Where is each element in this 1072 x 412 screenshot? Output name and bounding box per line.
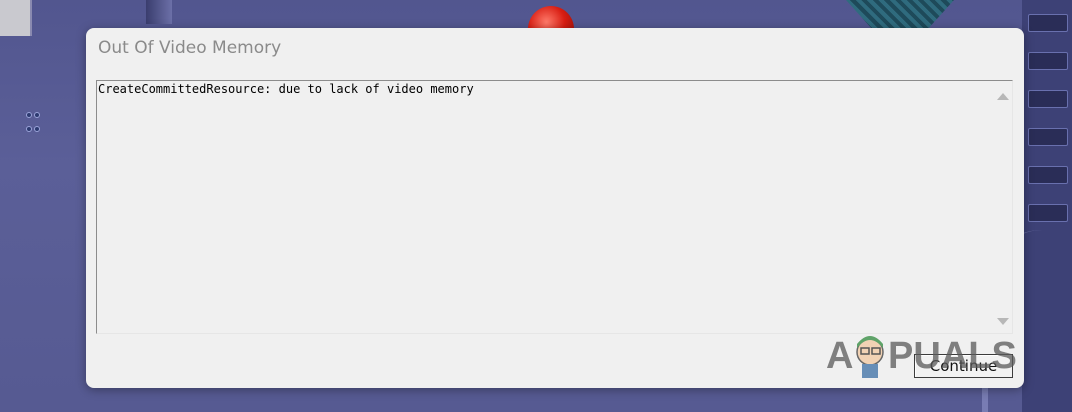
background-panel bbox=[0, 0, 32, 36]
background-box bbox=[146, 0, 172, 24]
dialog-title: Out Of Video Memory bbox=[98, 38, 282, 58]
svg-text:PUALS: PUALS bbox=[888, 335, 1017, 377]
message-textbox[interactable]: CreateCommittedResource: due to lack of … bbox=[96, 80, 1013, 334]
game-background: Out Of Video Memory CreateCommittedResou… bbox=[0, 0, 1072, 412]
scroll-down-icon[interactable] bbox=[997, 318, 1009, 325]
error-message: CreateCommittedResource: due to lack of … bbox=[98, 82, 474, 96]
background-chain bbox=[26, 36, 40, 166]
scroll-up-icon[interactable] bbox=[997, 93, 1009, 100]
appuals-watermark-logo: A PUALS bbox=[826, 330, 1036, 380]
background-mesh bbox=[846, 0, 954, 30]
vertical-scrollbar[interactable] bbox=[994, 81, 1012, 333]
svg-text:A: A bbox=[826, 335, 853, 377]
